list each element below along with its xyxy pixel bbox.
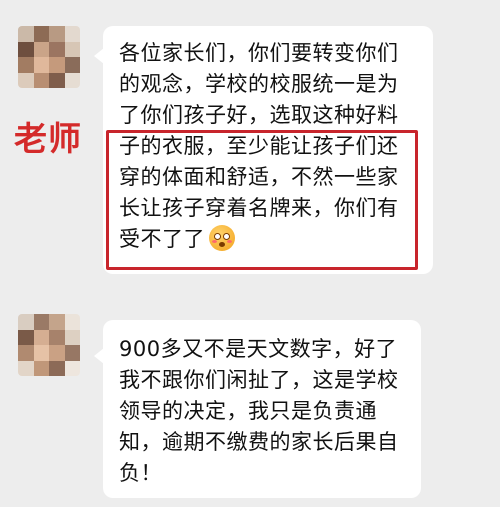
message-line: 900多又不是天文数字，好了 xyxy=(119,337,398,361)
sender-avatar[interactable] xyxy=(18,314,80,376)
message-line: 负！ xyxy=(119,461,162,485)
teacher-label: 老师 xyxy=(14,119,82,158)
highlight-box xyxy=(106,130,418,270)
message-line: 的观念，学校的校服统一是为 xyxy=(119,72,399,96)
message-line: 领导的决定，我只是负责通 xyxy=(119,399,377,423)
message-bubble[interactable]: 900多又不是天文数字，好了 我不跟你们闲扯了，这是学校 领导的决定，我只是负责… xyxy=(94,320,421,498)
message-line: 了你们孩子好，选取这种好料 xyxy=(119,103,399,127)
sender-avatar[interactable] xyxy=(18,26,80,88)
message-line: 各位家长们，你们要转变你们 xyxy=(119,41,399,65)
message-line: 知，逾期不缴费的家长后果自 xyxy=(119,430,399,454)
message-line: 我不跟你们闲扯了，这是学校 xyxy=(119,368,399,392)
